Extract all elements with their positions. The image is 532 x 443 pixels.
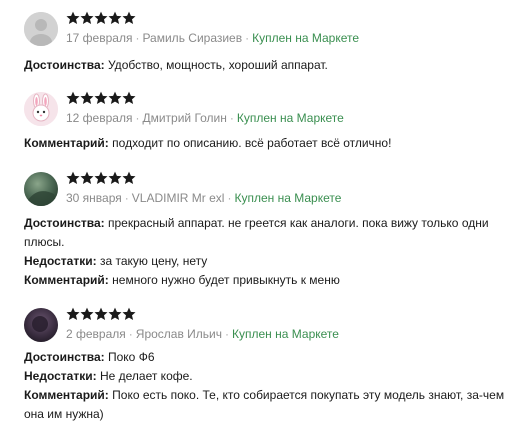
star-icon — [66, 307, 80, 321]
star-icon — [122, 171, 136, 185]
review-body: Комментарий: подходит по описанию. всё р… — [24, 134, 512, 153]
avatar[interactable] — [24, 12, 58, 46]
photo-avatar-icon — [24, 308, 58, 342]
star-icon — [80, 307, 94, 321]
star-icon — [94, 307, 108, 321]
field-text: подходит по описанию. всё работает всё о… — [112, 136, 392, 150]
field-text: немного нужно будет привыкнуть к меню — [112, 273, 340, 287]
star-icon — [66, 11, 80, 25]
review-field: Достоинства: прекрасный аппарат. не грее… — [24, 214, 512, 252]
review-field: Комментарий: подходит по описанию. всё р… — [24, 134, 512, 153]
bought-badge: Куплен на Маркете — [234, 191, 342, 205]
bought-badge: Куплен на Маркете — [232, 327, 339, 341]
field-text: Поко Ф6 — [108, 350, 155, 364]
avatar[interactable] — [24, 172, 58, 206]
meta-separator: · — [128, 327, 133, 341]
review-date: 2 февраля — [66, 327, 126, 341]
star-icon — [122, 11, 136, 25]
field-label: Комментарий: — [24, 136, 109, 150]
star-icon — [108, 11, 122, 25]
rating-stars — [66, 171, 136, 187]
rating-stars — [66, 91, 136, 107]
review-date: 12 февраля — [66, 111, 133, 125]
star-icon — [122, 307, 136, 321]
star-icon — [108, 307, 122, 321]
meta-separator: · — [227, 191, 232, 205]
review-field: Комментарий: Поко есть поко. Те, кто соб… — [24, 386, 512, 424]
bought-badge: Куплен на Маркете — [252, 31, 360, 45]
avatar[interactable] — [24, 308, 58, 342]
star-icon — [66, 91, 80, 105]
meta-separator: · — [124, 191, 129, 205]
field-label: Недостатки: — [24, 369, 97, 383]
review-body: Достоинства: Поко Ф6 Недостатки: Не дела… — [24, 348, 512, 424]
review-meta: 2 февраля · Ярослав Ильич · Куплен на Маркет… — [66, 326, 339, 342]
photo-avatar-icon — [24, 172, 58, 206]
review-date: 17 февраля — [66, 31, 133, 45]
review-field: Достоинства: Поко Ф6 — [24, 348, 512, 367]
star-icon — [80, 11, 94, 25]
star-icon — [66, 171, 80, 185]
review-body: Достоинства: Удобство, мощность, хороший… — [24, 56, 512, 75]
field-label: Недостатки: — [24, 254, 97, 268]
user-silhouette-icon — [24, 12, 58, 46]
star-icon — [122, 91, 136, 105]
field-label: Достоинства: — [24, 350, 105, 364]
field-label: Достоинства: — [24, 58, 105, 72]
field-label: Комментарий: — [24, 273, 109, 287]
review-author[interactable]: Рамиль Сиразиев — [142, 31, 242, 45]
rating-stars — [66, 307, 136, 323]
star-icon — [80, 171, 94, 185]
review-meta: 12 февраля · Дмитрий Голин · Куплен на Марке… — [66, 110, 344, 126]
field-text: за такую цену, нету — [99, 254, 208, 268]
meta-separator: · — [229, 111, 234, 125]
avatar[interactable] — [24, 92, 58, 126]
star-icon — [94, 171, 108, 185]
review-date: 30 января — [66, 191, 122, 205]
star-icon — [108, 171, 122, 185]
review-meta: 17 февраля · Рамиль Сиразиев · Куплен на Мар… — [66, 30, 359, 46]
field-label: Комментарий: — [24, 388, 109, 402]
review-body: Достоинства: прекрасный аппарат. не грее… — [24, 214, 512, 290]
star-icon — [94, 91, 108, 105]
meta-separator: · — [135, 31, 140, 45]
review-author[interactable]: Ярослав Ильич — [136, 327, 222, 341]
review-field: Достоинства: Удобство, мощность, хороший… — [24, 56, 512, 75]
review-author[interactable]: Дмитрий Голин — [142, 111, 226, 125]
meta-separator: · — [225, 327, 230, 341]
review-field: Комментарий: немного нужно будет привыкн… — [24, 271, 512, 290]
review-field: Недостатки: Не делает кофе. — [24, 367, 512, 386]
review-author[interactable]: VLADIMIR Mr exl — [132, 191, 225, 205]
field-text: Удобство, мощность, хороший аппарат. — [108, 58, 328, 72]
meta-separator: · — [135, 111, 140, 125]
review-field: Недостатки: за такую цену, нету — [24, 252, 512, 271]
review-meta: 30 января · VLADIMIR Mr exl · Куплен на Марк… — [66, 190, 341, 206]
bunny-icon — [24, 92, 58, 126]
bought-badge: Куплен на Маркете — [236, 111, 344, 125]
field-text: Не делает кофе. — [99, 369, 193, 383]
star-icon — [108, 91, 122, 105]
meta-separator: · — [245, 31, 250, 45]
rating-stars — [66, 11, 136, 27]
star-icon — [94, 11, 108, 25]
field-label: Достоинства: — [24, 216, 105, 230]
star-icon — [80, 91, 94, 105]
